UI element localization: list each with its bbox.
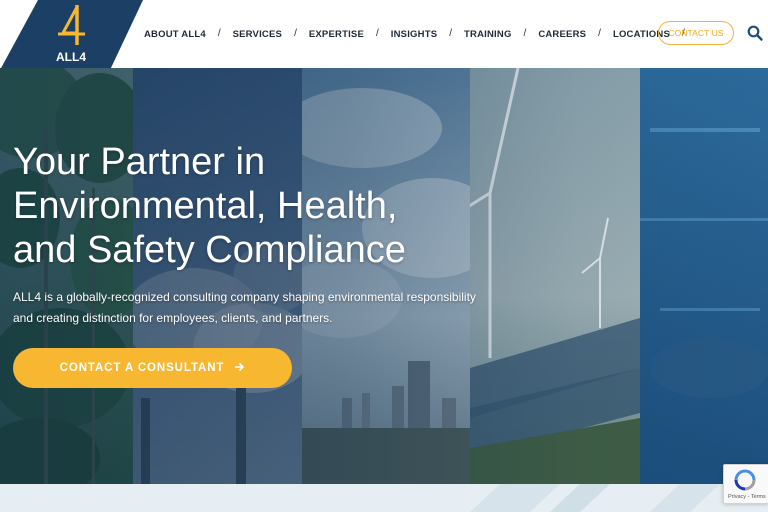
recaptcha-terms[interactable]: Privacy - Terms — [728, 494, 766, 500]
all4-logo[interactable]: ALL4 — [0, 0, 150, 70]
nav-separator: / — [523, 27, 527, 39]
contact-us-button[interactable]: CONTACT US — [658, 21, 734, 45]
hero-section: Your Partner in Environmental, Health, a… — [0, 68, 768, 484]
nav-services[interactable]: SERVICES — [233, 29, 282, 40]
contact-consultant-button[interactable]: CONTACT A CONSULTANT — [13, 348, 292, 388]
section-divider-band — [0, 484, 768, 512]
cta-label: CONTACT A CONSULTANT — [59, 362, 225, 374]
logo-text: ALL4 — [56, 50, 86, 64]
nav-about-all4[interactable]: ABOUT ALL4 — [144, 29, 206, 40]
hero-title-line: and Safety Compliance — [13, 229, 406, 271]
hero-title-line: Environmental, Health, — [13, 185, 398, 227]
recaptcha-badge[interactable]: Privacy - Terms — [723, 464, 768, 504]
nav-separator: / — [598, 27, 601, 39]
nav-careers[interactable]: CAREERS — [538, 29, 586, 40]
hero-subtitle-line: ALL4 is a globally-recognized consulting… — [13, 290, 476, 304]
nav-expertise[interactable]: EXPERTISE — [309, 29, 364, 40]
nav-separator: / — [449, 27, 453, 39]
nav-training[interactable]: TRAINING — [464, 29, 512, 40]
nav-separator: / — [217, 27, 221, 39]
recaptcha-icon — [734, 469, 756, 491]
arrow-right-icon — [234, 361, 245, 375]
nav-separator: / — [375, 27, 379, 39]
hero-subtitle: ALL4 is a globally-recognized consulting… — [13, 287, 523, 329]
main-nav: ABOUT ALL4 / SERVICES / EXPERTISE / INSI… — [144, 0, 697, 68]
hero-subtitle-line: and creating distinction for employees, … — [13, 311, 333, 325]
nav-insights[interactable]: INSIGHTS — [391, 29, 437, 40]
site-header: ALL4 ABOUT ALL4 / SERVICES / EXPERTISE /… — [0, 0, 768, 70]
nav-separator: / — [294, 27, 297, 39]
search-icon[interactable] — [747, 25, 763, 41]
hero-overlay — [0, 68, 768, 484]
hero-title-line: Your Partner in — [13, 141, 266, 183]
hero-title: Your Partner in Environmental, Health, a… — [13, 140, 483, 272]
